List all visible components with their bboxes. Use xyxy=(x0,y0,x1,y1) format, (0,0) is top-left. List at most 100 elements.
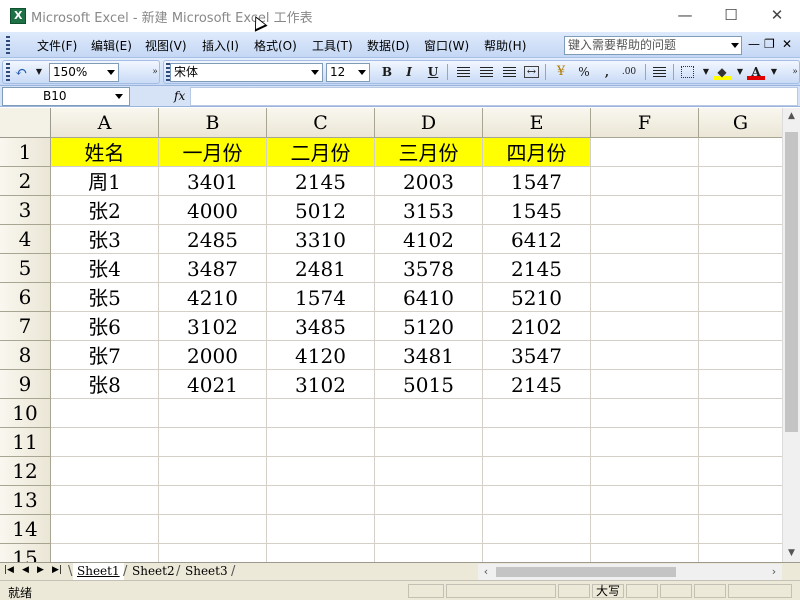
cell-e3[interactable]: 1545 xyxy=(483,196,591,225)
cell-g5[interactable] xyxy=(699,254,782,283)
cell-a5[interactable]: 张4 xyxy=(51,254,159,283)
font-name-select[interactable]: 宋体 xyxy=(170,63,323,82)
cell-f7[interactable] xyxy=(591,312,699,341)
menu-view[interactable]: 视图(V) xyxy=(145,37,187,54)
percent-button[interactable]: % xyxy=(575,64,593,80)
cell-g15[interactable] xyxy=(699,544,782,562)
cell-a2[interactable]: 周1 xyxy=(51,167,159,196)
cell-g1[interactable] xyxy=(699,138,782,167)
align-right-icon[interactable] xyxy=(503,67,516,77)
tab-sheet2[interactable]: Sheet2 xyxy=(128,563,179,580)
help-search-input[interactable]: 键入需要帮助的问题 xyxy=(564,36,742,55)
row-header-14[interactable]: 14 xyxy=(0,515,51,544)
cell-d14[interactable] xyxy=(375,515,483,544)
prev-sheet-icon[interactable]: ◀ xyxy=(22,565,29,575)
cell-a9[interactable]: 张8 xyxy=(51,370,159,399)
cell-f8[interactable] xyxy=(591,341,699,370)
horizontal-scroll-thumb[interactable] xyxy=(496,567,676,577)
menu-edit[interactable]: 编辑(E) xyxy=(91,37,132,54)
vertical-scrollbar[interactable]: ▲ ▼ xyxy=(782,108,800,562)
align-left-icon[interactable] xyxy=(457,67,470,77)
maximize-button[interactable]: ☐ xyxy=(708,0,754,32)
menu-format[interactable]: 格式(O) xyxy=(254,37,297,54)
indent-icon[interactable] xyxy=(653,67,666,77)
cell-g9[interactable] xyxy=(699,370,782,399)
cell-c13[interactable] xyxy=(267,486,375,515)
undo-icon[interactable]: ↶ xyxy=(12,64,30,80)
row-header-15[interactable]: 15 xyxy=(0,544,51,562)
merge-center-icon[interactable]: ↔ xyxy=(524,66,539,78)
font-color-dropdown-icon[interactable]: ▼ xyxy=(765,64,783,80)
row-header-11[interactable]: 11 xyxy=(0,428,51,457)
cell-b11[interactable] xyxy=(159,428,267,457)
cell-a4[interactable]: 张3 xyxy=(51,225,159,254)
cell-c1[interactable]: 二月份 xyxy=(267,138,375,167)
cell-d10[interactable] xyxy=(375,399,483,428)
cell-a3[interactable]: 张2 xyxy=(51,196,159,225)
row-header-13[interactable]: 13 xyxy=(0,486,51,515)
cell-d15[interactable] xyxy=(375,544,483,562)
row-header-8[interactable]: 8 xyxy=(0,341,51,370)
menubar-grip-icon[interactable] xyxy=(6,36,10,54)
worksheet-grid[interactable]: A B C D E F G 1 姓名 一月份 二月份 三月份 四月份 2 周1 3401 2145 2003 154… xyxy=(0,108,782,562)
cell-e2[interactable]: 1547 xyxy=(483,167,591,196)
cell-b13[interactable] xyxy=(159,486,267,515)
insert-function-icon[interactable]: fx xyxy=(174,89,185,103)
cell-d11[interactable] xyxy=(375,428,483,457)
cell-b10[interactable] xyxy=(159,399,267,428)
column-header-e[interactable]: E xyxy=(483,108,591,138)
cell-c12[interactable] xyxy=(267,457,375,486)
undo-dropdown-icon[interactable]: ▼ xyxy=(30,64,48,80)
column-header-f[interactable]: F xyxy=(591,108,699,138)
cell-a13[interactable] xyxy=(51,486,159,515)
cell-f6[interactable] xyxy=(591,283,699,312)
cell-c9[interactable]: 3102 xyxy=(267,370,375,399)
cell-c11[interactable] xyxy=(267,428,375,457)
menu-data[interactable]: 数据(D) xyxy=(367,37,410,54)
cell-e11[interactable] xyxy=(483,428,591,457)
cell-c8[interactable]: 4120 xyxy=(267,341,375,370)
column-header-d[interactable]: D xyxy=(375,108,483,138)
excel-app-icon[interactable] xyxy=(10,8,26,24)
minimize-button[interactable]: — xyxy=(662,0,708,32)
comma-style-button[interactable]: , xyxy=(598,64,616,80)
cell-d1[interactable]: 三月份 xyxy=(375,138,483,167)
cell-f11[interactable] xyxy=(591,428,699,457)
cell-b15[interactable] xyxy=(159,544,267,562)
cell-g13[interactable] xyxy=(699,486,782,515)
cell-c2[interactable]: 2145 xyxy=(267,167,375,196)
cell-e4[interactable]: 6412 xyxy=(483,225,591,254)
font-size-select[interactable]: 12 xyxy=(326,63,370,82)
cell-c4[interactable]: 3310 xyxy=(267,225,375,254)
cell-d2[interactable]: 2003 xyxy=(375,167,483,196)
cell-g10[interactable] xyxy=(699,399,782,428)
workbook-close-button[interactable]: ✕ xyxy=(782,37,792,51)
cell-c15[interactable] xyxy=(267,544,375,562)
cell-c14[interactable] xyxy=(267,515,375,544)
next-sheet-icon[interactable]: ▶ xyxy=(37,565,44,575)
scroll-right-icon[interactable]: › xyxy=(766,564,782,580)
workbook-minimize-button[interactable]: — xyxy=(748,37,760,51)
cell-g12[interactable] xyxy=(699,457,782,486)
row-header-12[interactable]: 12 xyxy=(0,457,51,486)
cell-d13[interactable] xyxy=(375,486,483,515)
toolbar-options-icon[interactable]: » xyxy=(786,64,800,80)
cell-b6[interactable]: 4210 xyxy=(159,283,267,312)
cell-b5[interactable]: 3487 xyxy=(159,254,267,283)
tab-sheet3[interactable]: Sheet3 xyxy=(181,563,232,580)
cell-a15[interactable] xyxy=(51,544,159,562)
bold-button[interactable]: B xyxy=(378,64,396,80)
name-box[interactable]: B10 xyxy=(2,87,130,106)
chevron-down-icon[interactable] xyxy=(115,94,123,99)
menu-help[interactable]: 帮助(H) xyxy=(484,37,526,54)
cell-e6[interactable]: 5210 xyxy=(483,283,591,312)
cell-g4[interactable] xyxy=(699,225,782,254)
chevron-down-icon[interactable] xyxy=(731,43,739,48)
chevron-down-icon[interactable] xyxy=(107,70,115,75)
cell-e5[interactable]: 2145 xyxy=(483,254,591,283)
first-sheet-icon[interactable]: |◀ xyxy=(4,565,14,575)
cell-a14[interactable] xyxy=(51,515,159,544)
chevron-down-icon[interactable] xyxy=(311,70,319,75)
cell-d7[interactable]: 5120 xyxy=(375,312,483,341)
cell-e7[interactable]: 2102 xyxy=(483,312,591,341)
